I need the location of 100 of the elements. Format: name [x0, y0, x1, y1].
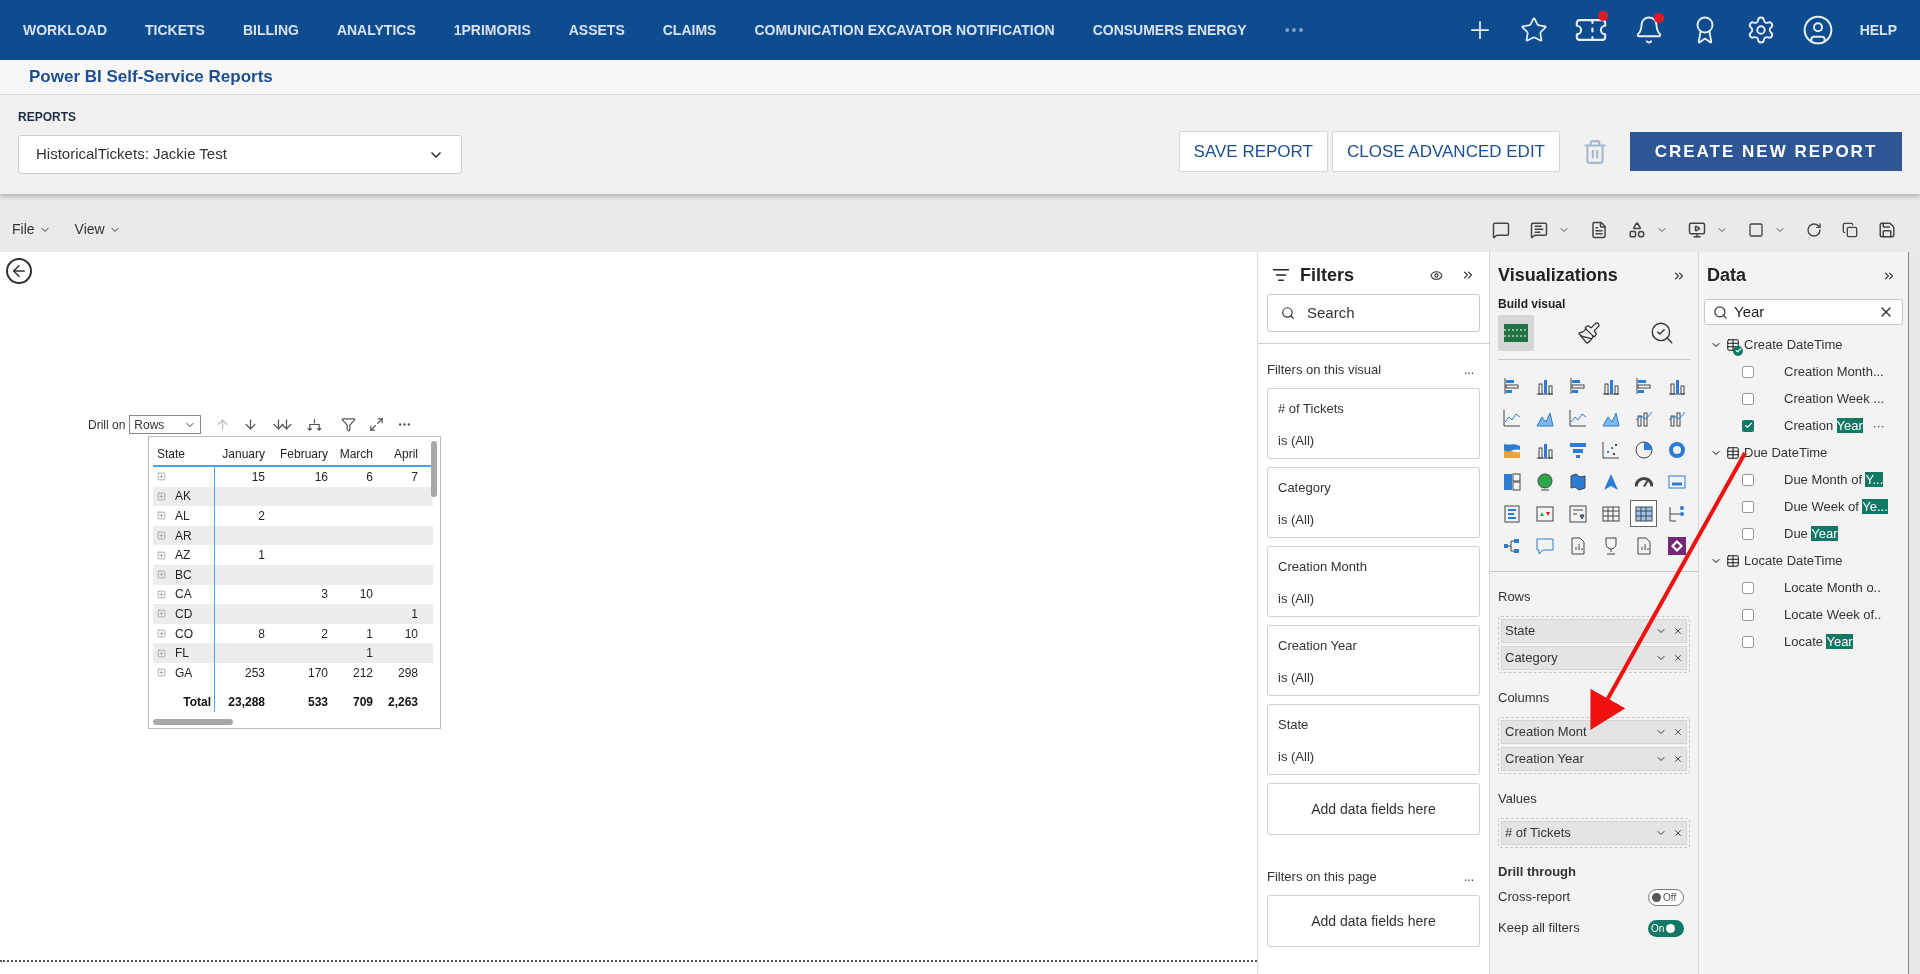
field-chip[interactable]: State [1501, 619, 1687, 643]
field-checkbox[interactable] [1742, 608, 1754, 621]
vertical-scrollbar[interactable] [431, 441, 437, 497]
remove-icon[interactable] [1673, 754, 1683, 764]
nav-link[interactable]: WORKLOAD [23, 19, 107, 41]
filter-card[interactable]: State is (All) [1267, 704, 1480, 775]
menu-button[interactable]: View [74, 219, 121, 240]
field-checkbox[interactable] [1742, 635, 1754, 648]
collapse-icon[interactable] [1461, 268, 1475, 282]
user-icon[interactable] [1801, 14, 1834, 46]
more-options[interactable]: ... [1464, 361, 1474, 379]
remove-icon[interactable] [1673, 828, 1683, 838]
nav-link[interactable]: TICKETS [145, 19, 205, 41]
refresh-icon[interactable] [1806, 221, 1822, 238]
field-chip[interactable]: Creation Year [1501, 747, 1687, 771]
more-options[interactable]: ··· [1872, 416, 1885, 435]
nav-link[interactable]: CONSUMERS ENERGY [1092, 19, 1247, 41]
table-name[interactable]: Create DateTime [1744, 334, 1843, 355]
field-name[interactable]: Creation Week ... [1784, 388, 1885, 409]
visual-type-button[interactable] [1630, 500, 1657, 527]
matrix-visual[interactable]: State January February March April 15 16 6 7 AK AL 2 AR AZ 1 BC CA 3 10 CD 1 CO 8 2 1 10 FL 1 GA 253 170 212 298 Total 23,288 533 709 2,263 [148, 436, 441, 729]
expand-all-icon[interactable] [271, 417, 295, 432]
field-checkbox[interactable] [1742, 527, 1754, 540]
help-link[interactable]: HELP [1859, 19, 1897, 41]
expand-row-icon[interactable] [157, 550, 166, 560]
back-icon[interactable] [6, 258, 32, 284]
field-well[interactable]: Creation Mont Creation Year [1498, 717, 1690, 774]
drop-zone[interactable]: Add data fields here [1267, 783, 1480, 835]
drop-zone[interactable]: Add data fields here [1267, 895, 1480, 947]
nav-link[interactable]: 1PRIMORIS [453, 19, 531, 41]
report-select[interactable]: HistoricalTickets: Jackie Test [18, 135, 462, 174]
filter-card[interactable]: # of Tickets is (All) [1267, 388, 1480, 459]
screen-icon[interactable] [1688, 220, 1706, 239]
text-box-icon[interactable] [1530, 220, 1548, 239]
table-name[interactable]: Locate DateTime [1744, 550, 1843, 571]
column-header[interactable]: February [268, 445, 331, 463]
action-button[interactable]: CLOSE ADVANCED EDIT [1331, 131, 1560, 172]
expand-row-icon[interactable] [157, 472, 166, 482]
search-input[interactable]: Search [1307, 301, 1466, 325]
field-name[interactable]: Locate Month o.. [1784, 577, 1881, 598]
expand-row-icon[interactable] [157, 668, 166, 678]
nav-link[interactable]: ANALYTICS [336, 19, 416, 41]
field-chip[interactable]: Category [1501, 646, 1687, 670]
drill-down-icon[interactable] [243, 417, 259, 432]
expand-row-icon[interactable] [157, 589, 166, 599]
action-button[interactable]: SAVE REPORT [1178, 131, 1328, 172]
copy-icon[interactable] [1842, 221, 1858, 238]
field-checkbox[interactable] [1742, 581, 1754, 594]
field-name[interactable]: Creation Month... [1784, 361, 1884, 382]
filter-card[interactable]: Category is (All) [1267, 467, 1480, 538]
nav-link[interactable]: BILLING [242, 19, 299, 41]
search-field[interactable]: Year [1704, 299, 1903, 325]
column-header[interactable]: State [153, 445, 215, 463]
remove-icon[interactable] [1673, 653, 1683, 663]
field-name[interactable]: Locate Year [1784, 631, 1853, 652]
square-icon[interactable] [1748, 221, 1764, 238]
field-name[interactable]: Creation Year [1784, 415, 1863, 436]
eye-icon[interactable] [1430, 268, 1443, 282]
remove-icon[interactable] [1673, 626, 1683, 636]
more-options[interactable]: ... [1464, 868, 1474, 886]
field-well[interactable]: State Category [1498, 616, 1690, 673]
field-chip[interactable]: Creation Mont [1501, 720, 1687, 744]
page-scrollbar[interactable] [1908, 252, 1920, 974]
save-icon[interactable] [1878, 220, 1896, 239]
remove-icon[interactable] [1673, 727, 1683, 737]
expand-row-icon[interactable] [157, 511, 166, 521]
create-report-button[interactable]: CREATE NEW REPORT [1630, 132, 1902, 171]
column-header[interactable]: January [215, 445, 268, 463]
column-header[interactable]: April [376, 445, 421, 463]
menu-button[interactable]: File [12, 219, 51, 240]
drill-select[interactable]: Rows [129, 415, 202, 434]
field-checkbox[interactable] [1742, 365, 1754, 378]
nav-link[interactable]: ASSETS [568, 19, 625, 41]
comment-icon[interactable] [1492, 220, 1510, 239]
horizontal-scrollbar[interactable] [153, 719, 233, 725]
nav-link[interactable]: CLAIMS [662, 19, 717, 41]
shapes-icon[interactable] [1628, 220, 1646, 239]
column-header[interactable]: March [331, 445, 376, 463]
field-name[interactable]: Locate Week of.. [1784, 604, 1882, 625]
filter-icon[interactable] [341, 417, 357, 432]
focus-mode-icon[interactable] [369, 417, 385, 432]
field-checkbox[interactable] [1742, 473, 1754, 486]
field-checkbox[interactable] [1742, 419, 1754, 432]
filter-card[interactable]: Creation Year is (All) [1267, 625, 1480, 696]
field-checkbox[interactable] [1742, 392, 1754, 405]
expand-row-icon[interactable] [157, 629, 166, 639]
star-icon[interactable] [1519, 16, 1548, 44]
table-name[interactable]: Due DateTime [1744, 442, 1828, 463]
field-name[interactable]: Due Year [1784, 523, 1838, 544]
hierarchy-icon[interactable] [307, 417, 323, 432]
nav-link[interactable]: COMUNICATION EXCAVATOR NOTIFICATION [754, 19, 1055, 41]
toggle-switch[interactable]: On [1648, 919, 1684, 937]
field-name[interactable]: Due Month of Y... [1784, 469, 1884, 490]
field-name[interactable]: Due Week of Ye... [1784, 496, 1888, 517]
field-checkbox[interactable] [1742, 500, 1754, 513]
fields-tab[interactable] [1498, 315, 1534, 351]
document-icon[interactable] [1590, 220, 1608, 239]
toggle-switch[interactable]: Off [1648, 888, 1684, 906]
filter-card[interactable]: Creation Month is (All) [1267, 546, 1480, 617]
search-field[interactable]: Search [1267, 294, 1480, 332]
